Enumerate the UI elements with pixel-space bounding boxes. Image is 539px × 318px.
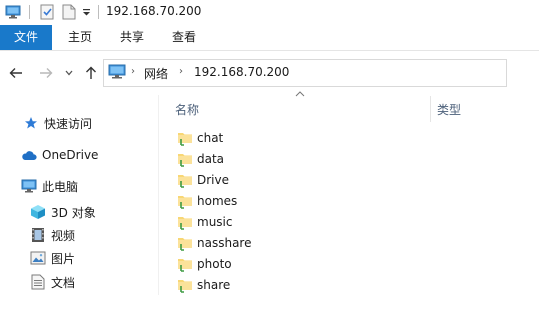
breadcrumb-chevron-icon[interactable]: › (131, 66, 135, 77)
column-divider[interactable] (430, 96, 431, 122)
ribbon-tabs: 文件 主页 共享 查看 (0, 25, 539, 51)
list-item[interactable]: chat (177, 128, 223, 148)
network-computer-icon (108, 64, 126, 82)
recent-locations-dropdown-icon[interactable] (63, 64, 75, 82)
shared-folder-icon (178, 217, 192, 230)
shared-folder-icon (178, 259, 192, 272)
sidebar-item-onedrive[interactable]: OneDrive (20, 144, 98, 166)
computer-icon (20, 177, 38, 195)
documents-icon (29, 273, 47, 291)
shared-folder-icon (178, 175, 192, 188)
star-icon (22, 114, 40, 132)
breadcrumb-network[interactable]: 网络 (144, 65, 168, 82)
breadcrumb-host[interactable]: 192.168.70.200 (194, 65, 289, 79)
list-item[interactable]: share (177, 275, 230, 295)
column-header-type[interactable]: 类型 (437, 98, 461, 122)
sidebar-item-3d-objects[interactable]: 3D 对象 (29, 201, 96, 223)
cloud-icon (20, 146, 38, 164)
toolbar-separator (26, 3, 32, 21)
forward-arrow-icon[interactable] (38, 64, 54, 82)
window-title: 192.168.70.200 (106, 4, 202, 18)
list-item[interactable]: nasshare (177, 233, 251, 253)
tab-home[interactable]: 主页 (58, 25, 102, 50)
customize-dropdown-icon[interactable] (80, 3, 92, 21)
list-item[interactable]: music (177, 212, 232, 232)
breadcrumb-chevron-icon[interactable]: › (179, 66, 183, 77)
shared-folder-icon (178, 154, 192, 167)
computer-icon[interactable] (4, 3, 22, 21)
shared-folder-icon (178, 280, 192, 293)
tab-view[interactable]: 查看 (162, 25, 206, 50)
address-bar[interactable]: › 网络 › 192.168.70.200 (103, 59, 507, 87)
up-arrow-icon[interactable] (83, 64, 99, 82)
tab-share[interactable]: 共享 (110, 25, 154, 50)
sidebar-item-this-pc[interactable]: 此电脑 (20, 175, 78, 197)
sidebar-item-videos[interactable]: 视频 (29, 224, 75, 246)
back-arrow-icon[interactable] (8, 64, 24, 82)
shared-folder-icon (178, 133, 192, 146)
list-item[interactable]: data (177, 149, 224, 169)
tab-file[interactable]: 文件 (0, 25, 52, 50)
title-separator (98, 5, 99, 19)
navigation-pane: 快速访问 OneDrive 此电脑 3D 对象 视频 图片 文档 (0, 100, 158, 318)
title-bar: 192.168.70.200 (0, 0, 539, 24)
list-item[interactable]: homes (177, 191, 237, 211)
sidebar-item-pictures[interactable]: 图片 (29, 247, 75, 269)
sidebar-item-quick-access[interactable]: 快速访问 (22, 112, 92, 134)
properties-check-icon[interactable] (38, 3, 56, 21)
file-list: 名称 类型 chat data Drive homes music nassha… (159, 90, 539, 318)
sidebar-item-documents[interactable]: 文档 (29, 271, 75, 293)
shared-folder-icon (178, 238, 192, 251)
column-header-name[interactable]: 名称 (175, 98, 199, 122)
video-icon (29, 226, 47, 244)
list-item[interactable]: Drive (177, 170, 229, 190)
sort-ascending-icon (295, 90, 305, 100)
new-folder-icon[interactable] (60, 3, 78, 21)
shared-folder-icon (178, 196, 192, 209)
pictures-icon (29, 249, 47, 267)
3d-objects-icon (29, 203, 47, 221)
list-item[interactable]: photo (177, 254, 232, 274)
